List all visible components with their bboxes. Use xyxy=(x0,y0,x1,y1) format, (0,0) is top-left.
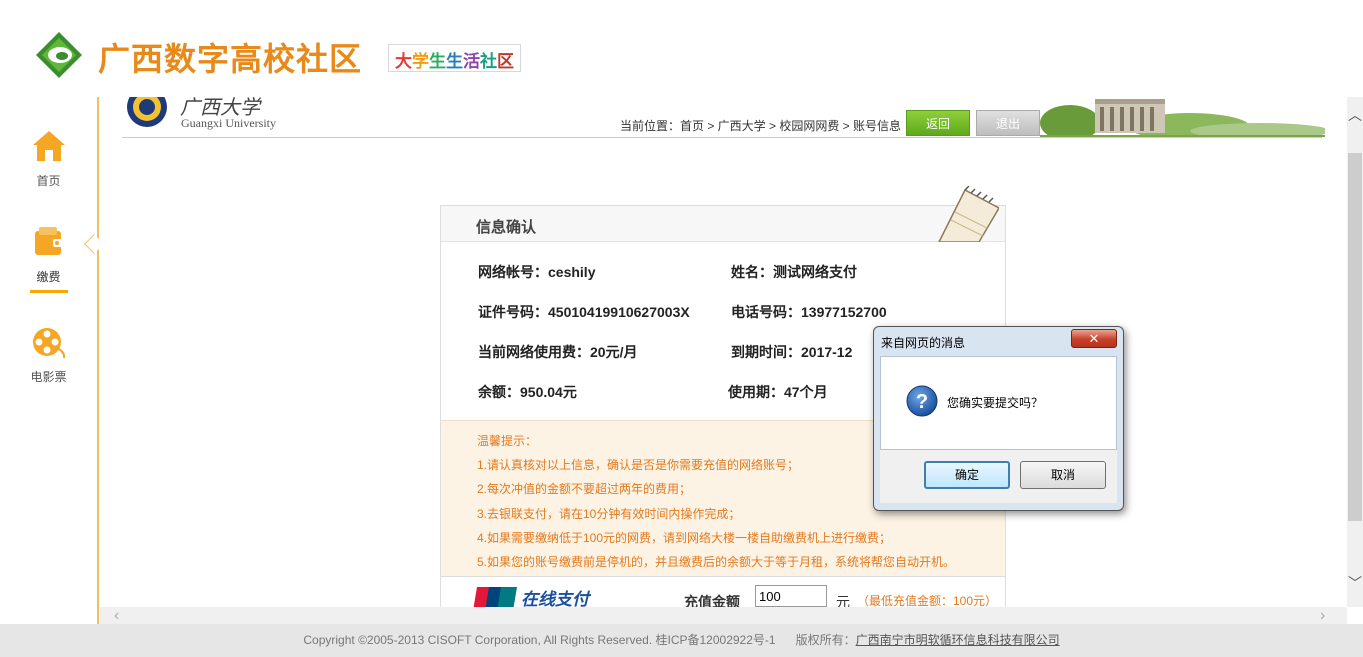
card-title: 信息确认 xyxy=(476,219,537,236)
site-logo-icon[interactable] xyxy=(34,30,84,80)
active-indicator xyxy=(29,290,68,293)
currency-unit: 元 xyxy=(836,594,850,607)
payment-bar: 在线支付 充值金额 元 （最低充值金额：100元） xyxy=(441,576,1005,607)
site-subtitle: 大学生生活社区 xyxy=(388,44,521,72)
film-reel-icon xyxy=(32,328,65,359)
fee-field: 当前网络使用费：20元/月 xyxy=(478,344,638,360)
dialog-body: ? 您确实要提交吗？ xyxy=(880,356,1117,450)
close-icon[interactable]: ✕ xyxy=(1071,329,1117,348)
tip-item: 4.如果需要缴纳低于100元的网费，请到网络大楼一楼自助缴费机上进行缴费； xyxy=(477,530,892,545)
chevron-up-icon[interactable]: ︿ xyxy=(1347,107,1363,123)
back-button[interactable]: 返回 xyxy=(906,110,970,136)
wallet-icon xyxy=(34,227,63,255)
dialog-message: 您确实要提交吗？ xyxy=(947,396,1044,410)
horizontal-scrollbar[interactable]: ‹ › xyxy=(100,607,1347,624)
owner-label: 版权所有： xyxy=(795,633,856,647)
ok-button[interactable]: 确定 xyxy=(924,461,1010,489)
tip-item: 5.如果您的账号缴费前是停机的，并且缴费后的余额大于等于月租，系统将帮您自动开机… xyxy=(477,555,956,570)
card-header: 信息确认 xyxy=(441,186,1005,242)
minimum-amount-note: （最低充值金额：100元） xyxy=(857,594,998,607)
site-header: 广西数字高校社区 大学生生活社区 xyxy=(0,0,1363,97)
dialog-title: 来自网页的消息 xyxy=(881,336,966,350)
sidebar-item-label: 缴费 xyxy=(36,270,61,284)
amount-label: 充值金额 xyxy=(684,594,740,607)
account-field: 网络帐号：ceshily xyxy=(478,264,596,280)
cancel-button[interactable]: 取消 xyxy=(1020,461,1106,489)
content-frame: 广西大学 Guangxi University 当前位置：首页 > 广西大学 >… xyxy=(100,97,1347,607)
copyright-text: Copyright ©2005-2013 CISOFT Corporation,… xyxy=(303,633,776,647)
sidebar: 首页 缴费 电影票 xyxy=(0,97,104,624)
sidebar-item-movie[interactable]: 电影票 xyxy=(0,325,97,405)
expiry-field: 到期时间：2017-12 xyxy=(731,344,853,360)
scrollbar-thumb[interactable] xyxy=(1348,153,1362,521)
sidebar-item-label: 首页 xyxy=(36,174,61,188)
question-icon: ? xyxy=(906,385,938,417)
breadcrumb: 当前位置：首页 > 广西大学 > 校园网网费 > 账号信息 xyxy=(620,119,902,133)
sidebar-item-label: 电影票 xyxy=(30,370,67,384)
vertical-scrollbar[interactable]: ︿ ﹀ xyxy=(1347,97,1363,607)
phone-field: 电话号码：13977152700 xyxy=(731,304,887,320)
id-number-field: 证件号码：45010419910627003X xyxy=(478,304,690,320)
balance-field: 余额：950.04元 xyxy=(478,384,577,400)
owner-link[interactable]: 广西南宁市明软循环信息科技有限公司 xyxy=(856,633,1060,647)
period-field: 使用期：47个月 xyxy=(728,384,828,400)
page-footer: Copyright ©2005-2013 CISOFT Corporation,… xyxy=(0,624,1363,657)
unionpay-icon xyxy=(473,587,517,607)
name-field: 姓名：测试网络支付 xyxy=(731,264,857,280)
chevron-left-icon[interactable]: ‹ xyxy=(114,607,119,625)
sidebar-item-pay[interactable]: 缴费 xyxy=(0,225,97,305)
svg-text:?: ? xyxy=(916,391,928,413)
university-emblem-icon xyxy=(127,97,167,127)
home-icon xyxy=(32,131,65,161)
chevron-down-icon[interactable]: ﹀ xyxy=(1347,575,1363,591)
logout-button[interactable]: 退出 xyxy=(976,110,1040,136)
header-divider xyxy=(122,137,1322,138)
notebook-icon xyxy=(938,186,999,242)
campus-building-image xyxy=(1040,97,1325,137)
sidebar-item-home[interactable]: 首页 xyxy=(0,129,97,209)
site-title: 广西数字高校社区 xyxy=(98,40,363,78)
chevron-right-icon[interactable]: › xyxy=(1320,607,1325,625)
online-pay-label: 在线支付 xyxy=(521,590,589,607)
university-name-en: Guangxi University xyxy=(181,116,276,130)
confirm-dialog: 来自网页的消息 ✕ ? 您确实要提交吗？ 确定 取消 xyxy=(873,326,1124,511)
dialog-footer: 确定 取消 xyxy=(880,450,1117,503)
amount-input[interactable] xyxy=(755,585,827,607)
